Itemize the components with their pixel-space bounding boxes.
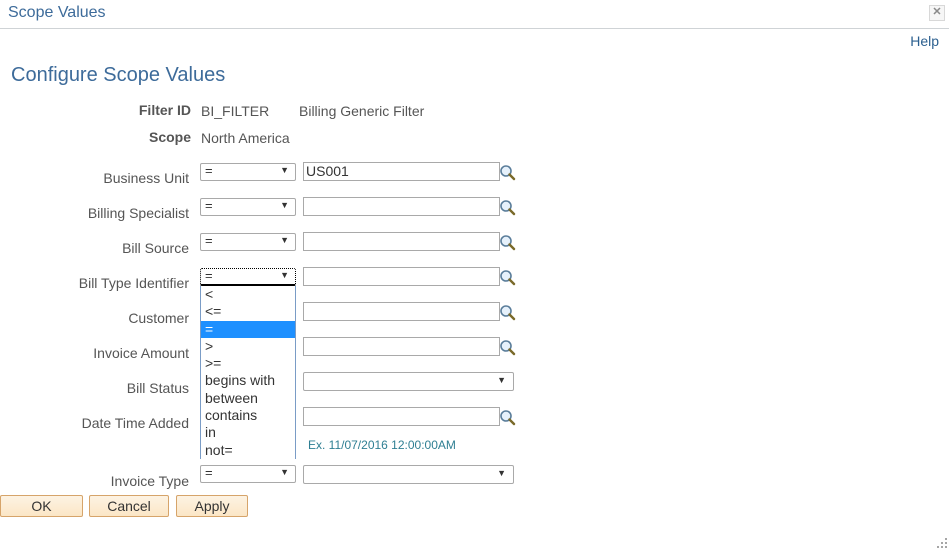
operator-option-not-equal[interactable]: not= [201, 442, 295, 459]
invoice-amount-label: Invoice Amount [93, 345, 189, 361]
invoice-type-select[interactable]: ▼ [303, 465, 514, 484]
operator-option-begins-with[interactable]: begins with [201, 372, 295, 389]
customer-input[interactable] [303, 302, 500, 321]
operator-option-eq[interactable]: = [201, 320, 295, 338]
ok-button[interactable]: OK [0, 495, 83, 517]
business-unit-label: Business Unit [103, 170, 189, 186]
bill-source-label: Bill Source [122, 240, 189, 256]
operator-dropdown-list[interactable]: < <= = > >= begins with between contains… [200, 286, 296, 459]
dialog-titlebar: Scope Values ✕ [0, 0, 949, 29]
business-unit-input[interactable]: US001 [303, 162, 500, 181]
customer-lookup-icon[interactable] [499, 304, 516, 321]
filter-id-value: BI_FILTER [201, 103, 270, 119]
operator-value: = [205, 163, 213, 178]
billing-specialist-label: Billing Specialist [87, 205, 189, 221]
chevron-down-icon: ▼ [280, 200, 289, 210]
chevron-down-icon: ▼ [280, 165, 289, 175]
bill-type-identifier-operator-select[interactable]: = ▼ [200, 268, 296, 286]
bill-status-label: Bill Status [126, 380, 189, 396]
operator-option-lte[interactable]: <= [201, 303, 295, 320]
operator-option-in[interactable]: in [201, 424, 295, 441]
operator-value: = [205, 198, 213, 213]
billing-specialist-input[interactable] [303, 197, 500, 216]
scope-label: Scope [148, 129, 191, 145]
invoice-type-operator-select[interactable]: = ▼ [200, 465, 296, 483]
resize-grip-icon[interactable] [935, 536, 947, 548]
operator-option-gt[interactable]: > [201, 338, 295, 355]
operator-option-contains[interactable]: contains [201, 407, 295, 424]
invoice-type-label: Invoice Type [110, 473, 189, 489]
scope-value: North America [201, 130, 290, 146]
close-button[interactable]: ✕ [929, 5, 945, 21]
apply-button[interactable]: Apply [176, 495, 248, 517]
invoice-amount-input[interactable] [303, 337, 500, 356]
bill-source-input[interactable] [303, 232, 500, 251]
page-title: Configure Scope Values [11, 64, 226, 86]
chevron-down-icon: ▼ [280, 270, 289, 280]
billing-specialist-operator-select[interactable]: = ▼ [200, 198, 296, 216]
customer-label: Customer [128, 310, 189, 326]
invoice-amount-lookup-icon[interactable] [499, 339, 516, 356]
bill-type-identifier-lookup-icon[interactable] [499, 269, 516, 286]
business-unit-operator-select[interactable]: = ▼ [200, 163, 296, 181]
bill-source-operator-select[interactable]: = ▼ [200, 233, 296, 251]
dialog-title: Scope Values [8, 4, 106, 21]
date-format-hint: Ex. 11/07/2016 12:00:00AM [308, 438, 456, 452]
close-icon: ✕ [932, 6, 942, 18]
chevron-down-icon: ▼ [280, 467, 289, 477]
chevron-down-icon: ▼ [497, 468, 506, 478]
date-time-added-label: Date Time Added [81, 415, 189, 431]
bill-source-lookup-icon[interactable] [499, 234, 516, 251]
bill-type-identifier-input[interactable] [303, 267, 500, 286]
filter-id-label: Filter ID [138, 102, 191, 118]
chevron-down-icon: ▼ [497, 375, 506, 385]
business-unit-lookup-icon[interactable] [499, 164, 516, 181]
cancel-button[interactable]: Cancel [89, 495, 169, 517]
bill-status-select[interactable]: ▼ [303, 372, 514, 391]
operator-option-lt[interactable]: < [201, 286, 295, 303]
filter-description: Billing Generic Filter [299, 103, 425, 119]
date-time-added-input[interactable] [303, 407, 500, 426]
operator-option-between[interactable]: between [201, 390, 295, 407]
billing-specialist-lookup-icon[interactable] [499, 199, 516, 216]
bill-type-identifier-label: Bill Type Identifier [78, 275, 189, 291]
chevron-down-icon: ▼ [280, 235, 289, 245]
operator-value: = [205, 465, 213, 480]
operator-value: = [205, 233, 213, 248]
date-time-added-lookup-icon[interactable] [499, 409, 516, 426]
operator-value: = [205, 268, 213, 283]
help-link[interactable]: Help [910, 33, 939, 49]
operator-option-gte[interactable]: >= [201, 355, 295, 372]
